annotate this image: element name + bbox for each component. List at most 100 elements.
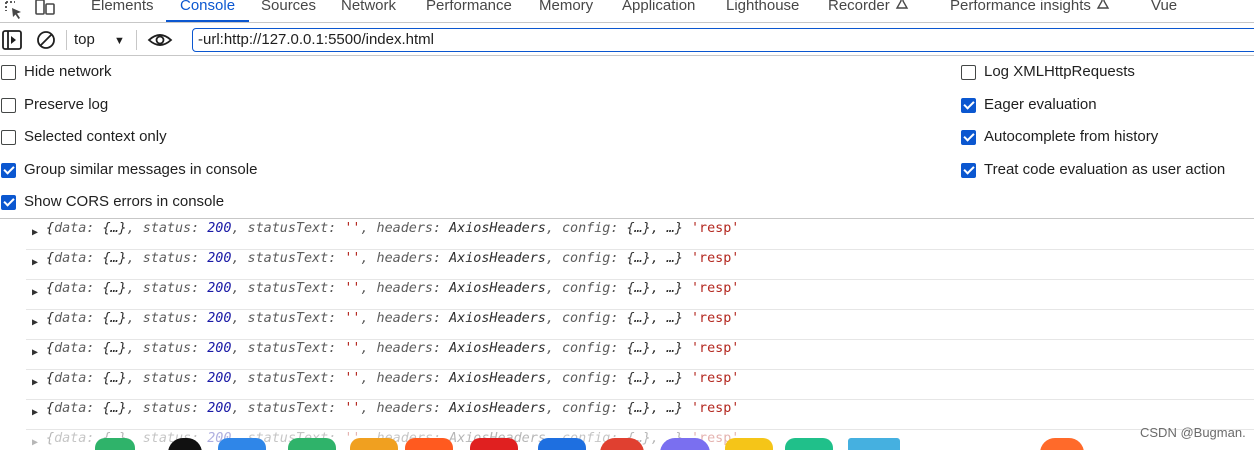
group-similar-checkbox[interactable] xyxy=(1,163,16,178)
tab-network[interactable]: Network xyxy=(341,0,396,22)
taskbar-app-icon[interactable] xyxy=(470,438,518,450)
message-tag: 'resp' xyxy=(691,281,740,296)
message-token: , …} xyxy=(650,311,683,326)
console-message-object[interactable]: {data: {…}, status: 200, statusText: '',… xyxy=(46,250,739,268)
tab-recorder[interactable]: Recorder xyxy=(828,0,909,22)
message-token: , status: xyxy=(126,311,208,326)
message-token: { xyxy=(46,251,55,266)
preserve-log-label: Preserve log xyxy=(24,96,109,113)
message-token: {…} xyxy=(626,371,651,386)
taskbar-app-icon[interactable] xyxy=(785,438,833,450)
taskbar-app-icon[interactable] xyxy=(660,438,710,450)
clear-console-icon[interactable] xyxy=(35,29,57,51)
taskbar-app-icon[interactable] xyxy=(725,438,773,450)
console-message-row[interactable]: ▶ {data: {…}, status: 200, statusText: ''… xyxy=(26,220,1254,250)
console-settings: Hide network Preserve log Selected conte… xyxy=(0,57,1254,219)
taskbar-app-icon[interactable] xyxy=(95,438,135,450)
message-token: {…} xyxy=(102,341,127,356)
console-message-row[interactable]: ▶ {data: {…}, status: 200, statusText: ''… xyxy=(26,370,1254,400)
inspect-element-icon[interactable] xyxy=(2,0,24,22)
device-toolbar-icon[interactable] xyxy=(34,0,56,22)
taskbar-app-icon[interactable] xyxy=(405,438,453,450)
console-message-row[interactable]: ▶ {data: {…}, status: 200, statusText: ''… xyxy=(26,340,1254,370)
show-cors-errors-checkbox[interactable] xyxy=(1,195,16,210)
taskbar-app-icon[interactable] xyxy=(600,438,644,450)
message-token: , statusText: xyxy=(231,221,345,236)
eager-evaluation-label: Eager evaluation xyxy=(984,96,1097,113)
message-token: {…} xyxy=(626,341,651,356)
log-xhr-checkbox[interactable] xyxy=(961,65,976,80)
message-token: 200 xyxy=(207,311,232,326)
message-token: data: xyxy=(54,221,103,236)
console-message-object[interactable]: {data: {…}, status: 200, statusText: '',… xyxy=(46,280,739,298)
console-message-row[interactable]: ▶ {data: {…}, status: 200, statusText: ''… xyxy=(26,250,1254,280)
expand-triangle-icon[interactable]: ▶ xyxy=(32,284,38,302)
message-token: , …} xyxy=(650,281,683,296)
console-message-object[interactable]: {data: {…}, status: 200, statusText: '',… xyxy=(46,310,739,328)
message-token: {…} xyxy=(102,401,127,416)
sidebar-toggle-icon[interactable] xyxy=(1,29,23,51)
autocomplete-history-checkbox[interactable] xyxy=(961,130,976,145)
message-token: , statusText: xyxy=(231,371,345,386)
console-message-object[interactable]: {data: {…}, status: 200, statusText: '',… xyxy=(46,340,739,358)
tab-vue[interactable]: Vue xyxy=(1151,0,1177,22)
tab-performance[interactable]: Performance xyxy=(426,0,512,22)
expand-triangle-icon[interactable]: ▶ xyxy=(32,404,38,422)
console-message-row[interactable]: ▶ {data: {…}, status: 200, statusText: ''… xyxy=(26,400,1254,430)
console-message-object[interactable]: {data: {…}, status: 200, statusText: '',… xyxy=(46,220,739,238)
log-xhr-label: Log XMLHttpRequests xyxy=(984,63,1135,80)
console-message-object[interactable]: {data: {…}, status: 200, statusText: '',… xyxy=(46,400,739,418)
taskbar-app-icon[interactable] xyxy=(848,438,900,450)
expand-triangle-icon[interactable]: ▶ xyxy=(32,224,38,242)
message-token: , statusText: xyxy=(231,251,345,266)
message-token: {…} xyxy=(626,251,651,266)
console-message-row[interactable]: ▶ {data: {…}, status: 200, statusText: ''… xyxy=(26,280,1254,310)
tab-performance-insights[interactable]: Performance insights xyxy=(950,0,1110,22)
taskbar-app-icon[interactable] xyxy=(350,438,398,450)
expand-triangle-icon[interactable]: ▶ xyxy=(32,374,38,392)
expand-triangle-icon[interactable]: ▶ xyxy=(32,314,38,332)
preserve-log-checkbox[interactable] xyxy=(1,98,16,113)
message-tag: 'resp' xyxy=(691,371,740,386)
message-tag: 'resp' xyxy=(691,341,740,356)
taskbar-app-icon[interactable] xyxy=(1040,438,1084,450)
console-message-object[interactable]: {data: {…}, status: 200, statusText: '',… xyxy=(46,370,739,388)
tab-application[interactable]: Application xyxy=(622,0,695,22)
taskbar-app-icon[interactable] xyxy=(288,438,336,450)
filter-input[interactable]: -url:http://127.0.0.1:5500/index.html xyxy=(192,28,1254,52)
tab-elements[interactable]: Elements xyxy=(91,0,154,22)
context-selector[interactable]: top ▼ xyxy=(74,30,125,50)
message-token: , statusText: xyxy=(231,311,345,326)
tab-console[interactable]: Console xyxy=(165,0,250,22)
message-token: , status: xyxy=(126,401,208,416)
expand-triangle-icon[interactable]: ▶ xyxy=(32,254,38,272)
taskbar-app-icon[interactable] xyxy=(218,438,266,450)
expand-triangle-icon[interactable]: ▶ xyxy=(32,344,38,362)
eager-evaluation-checkbox[interactable] xyxy=(961,98,976,113)
message-token: , …} xyxy=(650,221,683,236)
message-token: AxiosHeaders xyxy=(449,251,546,266)
tab-lighthouse[interactable]: Lighthouse xyxy=(726,0,799,22)
message-token: , headers: xyxy=(360,371,450,386)
message-token: , config: xyxy=(545,371,627,386)
tab-memory[interactable]: Memory xyxy=(539,0,593,22)
message-token: , statusText: xyxy=(231,341,345,356)
console-message-row[interactable]: ▶{data: {…}, status: 200, statusText: ''… xyxy=(26,310,1254,340)
message-tag: 'resp' xyxy=(691,251,740,266)
selected-context-only-label: Selected context only xyxy=(24,128,167,145)
console-messages: ▶ {data: {…}, status: 200, statusText: ''… xyxy=(0,220,1254,450)
message-token: {…} xyxy=(626,311,651,326)
selected-context-only-checkbox[interactable] xyxy=(1,130,16,145)
taskbar-app-icon[interactable] xyxy=(538,438,586,450)
message-token: , headers: xyxy=(360,221,450,236)
hide-network-checkbox[interactable] xyxy=(1,65,16,80)
message-token: {…} xyxy=(102,371,127,386)
eye-icon[interactable] xyxy=(147,29,173,51)
message-token: , …} xyxy=(650,341,683,356)
message-token: 200 xyxy=(207,281,232,296)
taskbar-app-icon[interactable] xyxy=(168,438,202,450)
tab-sources[interactable]: Sources xyxy=(261,0,316,22)
message-token: , headers: xyxy=(360,401,450,416)
treat-code-eval-checkbox[interactable] xyxy=(961,163,976,178)
message-token: '' xyxy=(344,401,361,416)
